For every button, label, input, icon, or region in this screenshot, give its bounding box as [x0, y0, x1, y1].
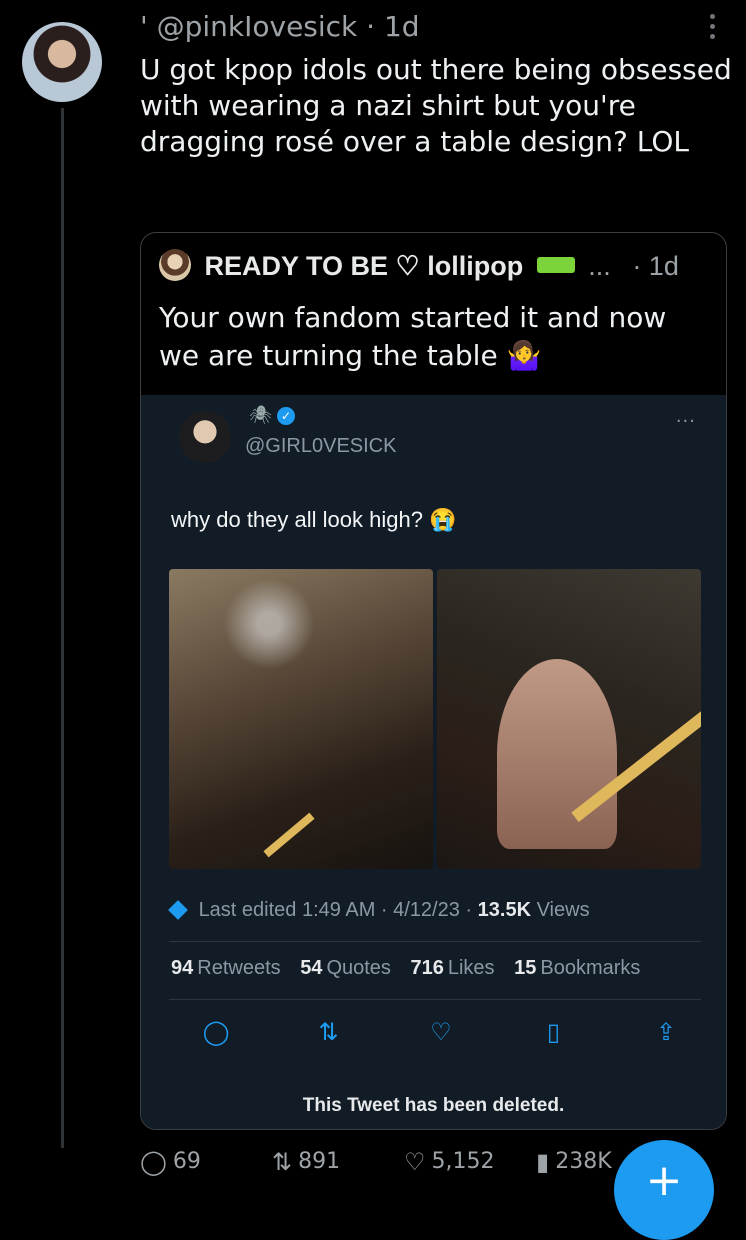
stat-bookmarks: 15 Bookmarks [514, 957, 641, 979]
like-button[interactable]: ♡ 5,152 [404, 1148, 495, 1176]
bookmark-icon: ▯ [546, 1018, 561, 1046]
like-count: 5,152 [431, 1149, 495, 1174]
like-icon: ♡ [404, 1148, 426, 1176]
screenshot-text: why do they all look high? 😭 [171, 507, 457, 532]
views-label: Views [536, 899, 590, 921]
reply-button[interactable]: ◯ 69 [140, 1148, 201, 1176]
reply-icon: ◯ [140, 1148, 167, 1176]
screenshot-handle: @GIRL0VESICK [245, 435, 397, 457]
quoted-name: READY TO BE ♡ lollipop [204, 251, 524, 281]
screenshot-avatar [179, 411, 231, 463]
quoted-header: READY TO BE ♡ lollipop ... · 1d [159, 249, 679, 282]
person-shape [497, 659, 617, 849]
table-stripe [263, 812, 315, 858]
views-icon: ▮ [536, 1148, 550, 1176]
quoted-tweet[interactable]: READY TO BE ♡ lollipop ... · 1d Your own… [140, 232, 727, 1130]
more-icon[interactable] [710, 14, 716, 44]
deleted-notice: This Tweet has been deleted. [302, 1095, 565, 1116]
divider [169, 999, 701, 1000]
thread-line [61, 108, 64, 1148]
reply-count: 69 [172, 1149, 201, 1174]
retweet-count: 891 [298, 1149, 341, 1174]
engagement-stats: 94 Retweets 54 Quotes 716 Likes 15 Bookmarks [171, 957, 654, 980]
compose-button[interactable]: + [614, 1140, 714, 1240]
stat-retweets: 94 Retweets [171, 957, 281, 979]
chandelier-shape [209, 579, 329, 669]
divider [169, 941, 701, 942]
quoted-time: · 1d [632, 251, 679, 281]
stat-likes: 716 Likes [410, 957, 495, 979]
retweet-button[interactable]: ⇅ 891 [272, 1148, 340, 1176]
share-icon: ⇪ [655, 1018, 677, 1046]
stat-quotes: 54 Quotes [300, 957, 391, 979]
photo-right [437, 569, 701, 869]
compose-icon: + [645, 1155, 683, 1206]
screenshot-more-icon: ··· [675, 411, 696, 432]
views-count: 238K [555, 1149, 612, 1174]
views-button[interactable]: ▮ 238K [536, 1148, 612, 1176]
spider-icon: 🕷 [249, 405, 272, 426]
retweet-icon: ⇅ [272, 1148, 293, 1176]
quoted-avatar [159, 249, 191, 281]
views-count: 13.5K [477, 899, 532, 921]
edit-icon [168, 900, 188, 920]
screenshot-actions: ◯ ⇅ ♡ ▯ ⇪ [201, 1017, 681, 1047]
edited-line: Last edited 1:49 AM · 4/12/23 · 13.5K Vi… [168, 899, 590, 922]
retweet-icon: ⇅ [318, 1018, 339, 1046]
like-icon: ♡ [430, 1018, 452, 1046]
edited-text: Last edited 1:49 AM · 4/12/23 · [198, 899, 473, 921]
avatar[interactable] [22, 22, 102, 102]
embedded-screenshot: 🕷 ✓ @GIRL0VESICK ··· why do they all loo… [141, 395, 726, 1129]
reply-icon: ◯ [202, 1018, 230, 1046]
quoted-dots: ... [588, 251, 611, 281]
quoted-text: Your own fandom started it and now we ar… [159, 301, 667, 372]
photo-left [169, 569, 433, 869]
tweet-text: U got kpop idols out there being obsesse… [140, 53, 732, 158]
tweet-header: ' @pinkIovesick · 1d [140, 10, 420, 43]
water-gun-emoji-icon [536, 257, 575, 273]
verified-badge-icon: ✓ [277, 407, 295, 425]
